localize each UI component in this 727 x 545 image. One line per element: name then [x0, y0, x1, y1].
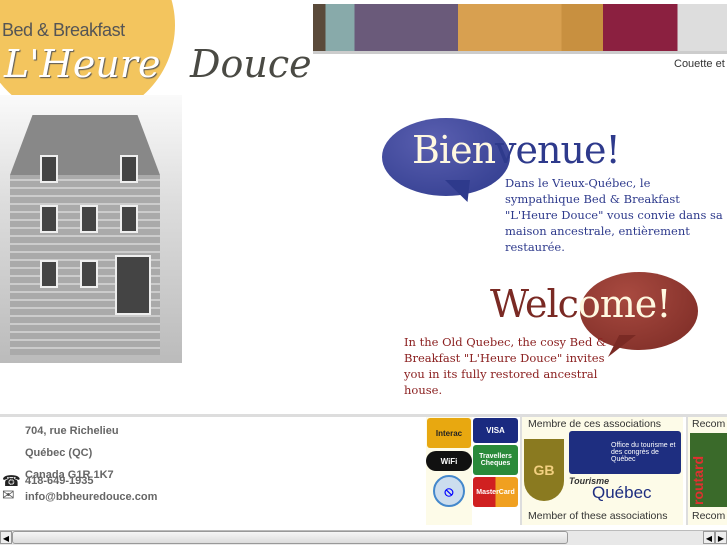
routard-guide-logo[interactable]: routard [690, 433, 727, 507]
interac-logo: Interac [427, 418, 471, 448]
recom-title: Recom [692, 510, 726, 522]
no-smoking-icon: ⦸ [433, 475, 465, 507]
banner-photos [313, 4, 727, 54]
recommendations-panel: Recom routard Recom [686, 417, 727, 525]
scroll-right-button[interactable]: ▶ [715, 531, 727, 544]
email-link[interactable]: info@bbheuredouce.com [25, 491, 157, 503]
address-line: 704, rue Richelieu [25, 425, 119, 437]
otcq-text: Office du tourisme et des congrès de Qué… [611, 442, 676, 463]
title-part: Bien [412, 128, 496, 172]
title-part: Welc [490, 282, 579, 326]
scroll-left-button[interactable]: ◀ [0, 531, 12, 544]
mail-icon: ✉ [2, 487, 15, 504]
scroll-left-button-2[interactable]: ◀ [703, 531, 715, 544]
scrollbar-thumb[interactable] [12, 531, 568, 544]
wifi-logo: WiFi [426, 451, 472, 471]
recom-title: Recom [692, 418, 726, 430]
logo-name-2: Douce [190, 42, 312, 86]
members-title-fr: Membre de ces associations [528, 418, 662, 430]
visa-logo: VISA [473, 418, 518, 443]
welcome-title-en: Welcome! [490, 282, 672, 326]
mastercard-logo: MasterCard [473, 477, 518, 507]
welcome-text-fr: Dans le Vieux-Québec, le sympathique Bed… [505, 176, 723, 254]
members-title-en: Member of these associations [528, 510, 668, 522]
travellers-cheques-logo: Travellers Cheques [473, 445, 518, 475]
banner-caption: Couette et C [674, 58, 727, 70]
associations-panel: Membre de ces associations GB Office du … [520, 417, 683, 525]
welcome-title-fr: Bienvenue! [412, 128, 621, 172]
otcq-logo[interactable]: Office du tourisme et des congrès de Qué… [569, 431, 681, 474]
quebec-label: Québec [592, 483, 652, 502]
phone: 418-649-1935 [25, 475, 94, 487]
logo-tagline: Bed & Breakfast [2, 20, 125, 40]
gb-crest-logo: GB [524, 439, 564, 501]
title-part: ome! [577, 282, 672, 326]
address-line: Québec (QC) [25, 447, 93, 459]
welcome-text-en: In the Old Quebec, the cosy Bed & Breakf… [404, 335, 607, 397]
logo-name-1: L'Heure [4, 42, 161, 86]
title-part: venue! [495, 128, 621, 172]
house-drawing [0, 95, 182, 363]
